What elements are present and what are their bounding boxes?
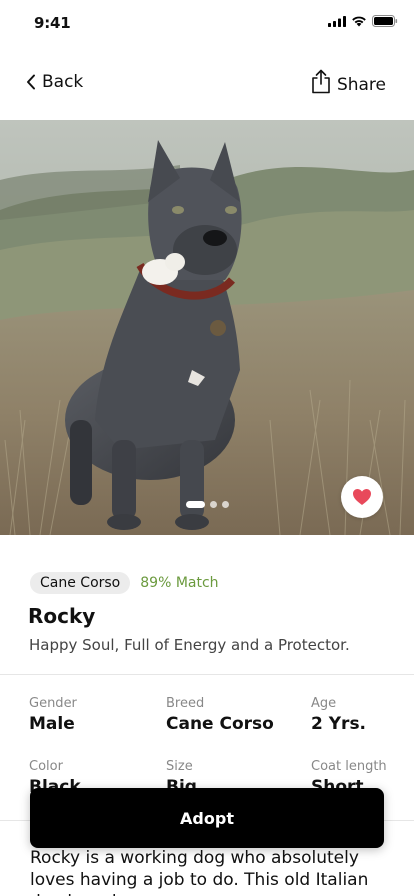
attribute-label: Size [166, 759, 193, 774]
adopt-button[interactable]: Adopt [30, 788, 384, 848]
favorite-button[interactable] [341, 476, 383, 518]
attribute-breed: Breed Cane Corso [166, 696, 274, 734]
carousel-dot-active[interactable] [185, 501, 205, 508]
status-icons [328, 15, 398, 27]
attribute-gender: Gender Male [29, 696, 77, 734]
heart-icon [353, 489, 371, 505]
attribute-label: Coat length [311, 759, 387, 774]
share-icon [312, 69, 330, 94]
battery-icon [372, 15, 398, 27]
nav-bar: Back Share [0, 60, 414, 108]
attribute-value: 2 Yrs. [311, 714, 367, 734]
attribute-label: Age [311, 696, 337, 711]
attribute-value: Male [29, 714, 75, 734]
attribute-label: Gender [29, 696, 77, 711]
pet-photo-carousel[interactable] [0, 120, 414, 535]
breed-tag: Cane Corso [30, 572, 131, 594]
status-bar: 9:41 [0, 0, 414, 44]
back-label: Back [42, 72, 84, 92]
status-time: 9:41 [34, 14, 71, 32]
pet-photo [0, 120, 414, 535]
carousel-dot[interactable] [209, 501, 217, 508]
pet-name: Rocky [28, 604, 96, 628]
share-label: Share [336, 75, 386, 95]
back-button[interactable]: Back [26, 72, 83, 92]
match-score: 89% Match [140, 575, 219, 591]
attribute-label: Color [29, 759, 63, 774]
chevron-left-icon [27, 74, 35, 90]
pet-description: Rocky is a working dog who absolutely lo… [30, 848, 369, 896]
pet-tagline: Happy Soul, Full of Energy and a Protect… [29, 636, 350, 654]
wifi-icon [352, 16, 366, 27]
attribute-age: Age 2 Yrs. [311, 696, 366, 734]
share-button[interactable]: Share [311, 69, 386, 94]
attribute-value: Cane Corso [166, 714, 274, 734]
divider [0, 674, 414, 675]
attribute-label: Breed [166, 696, 205, 711]
carousel-dot[interactable] [221, 501, 229, 508]
pet-tags: Cane Corso 89% Match [30, 572, 219, 594]
signal-icon [328, 15, 346, 27]
